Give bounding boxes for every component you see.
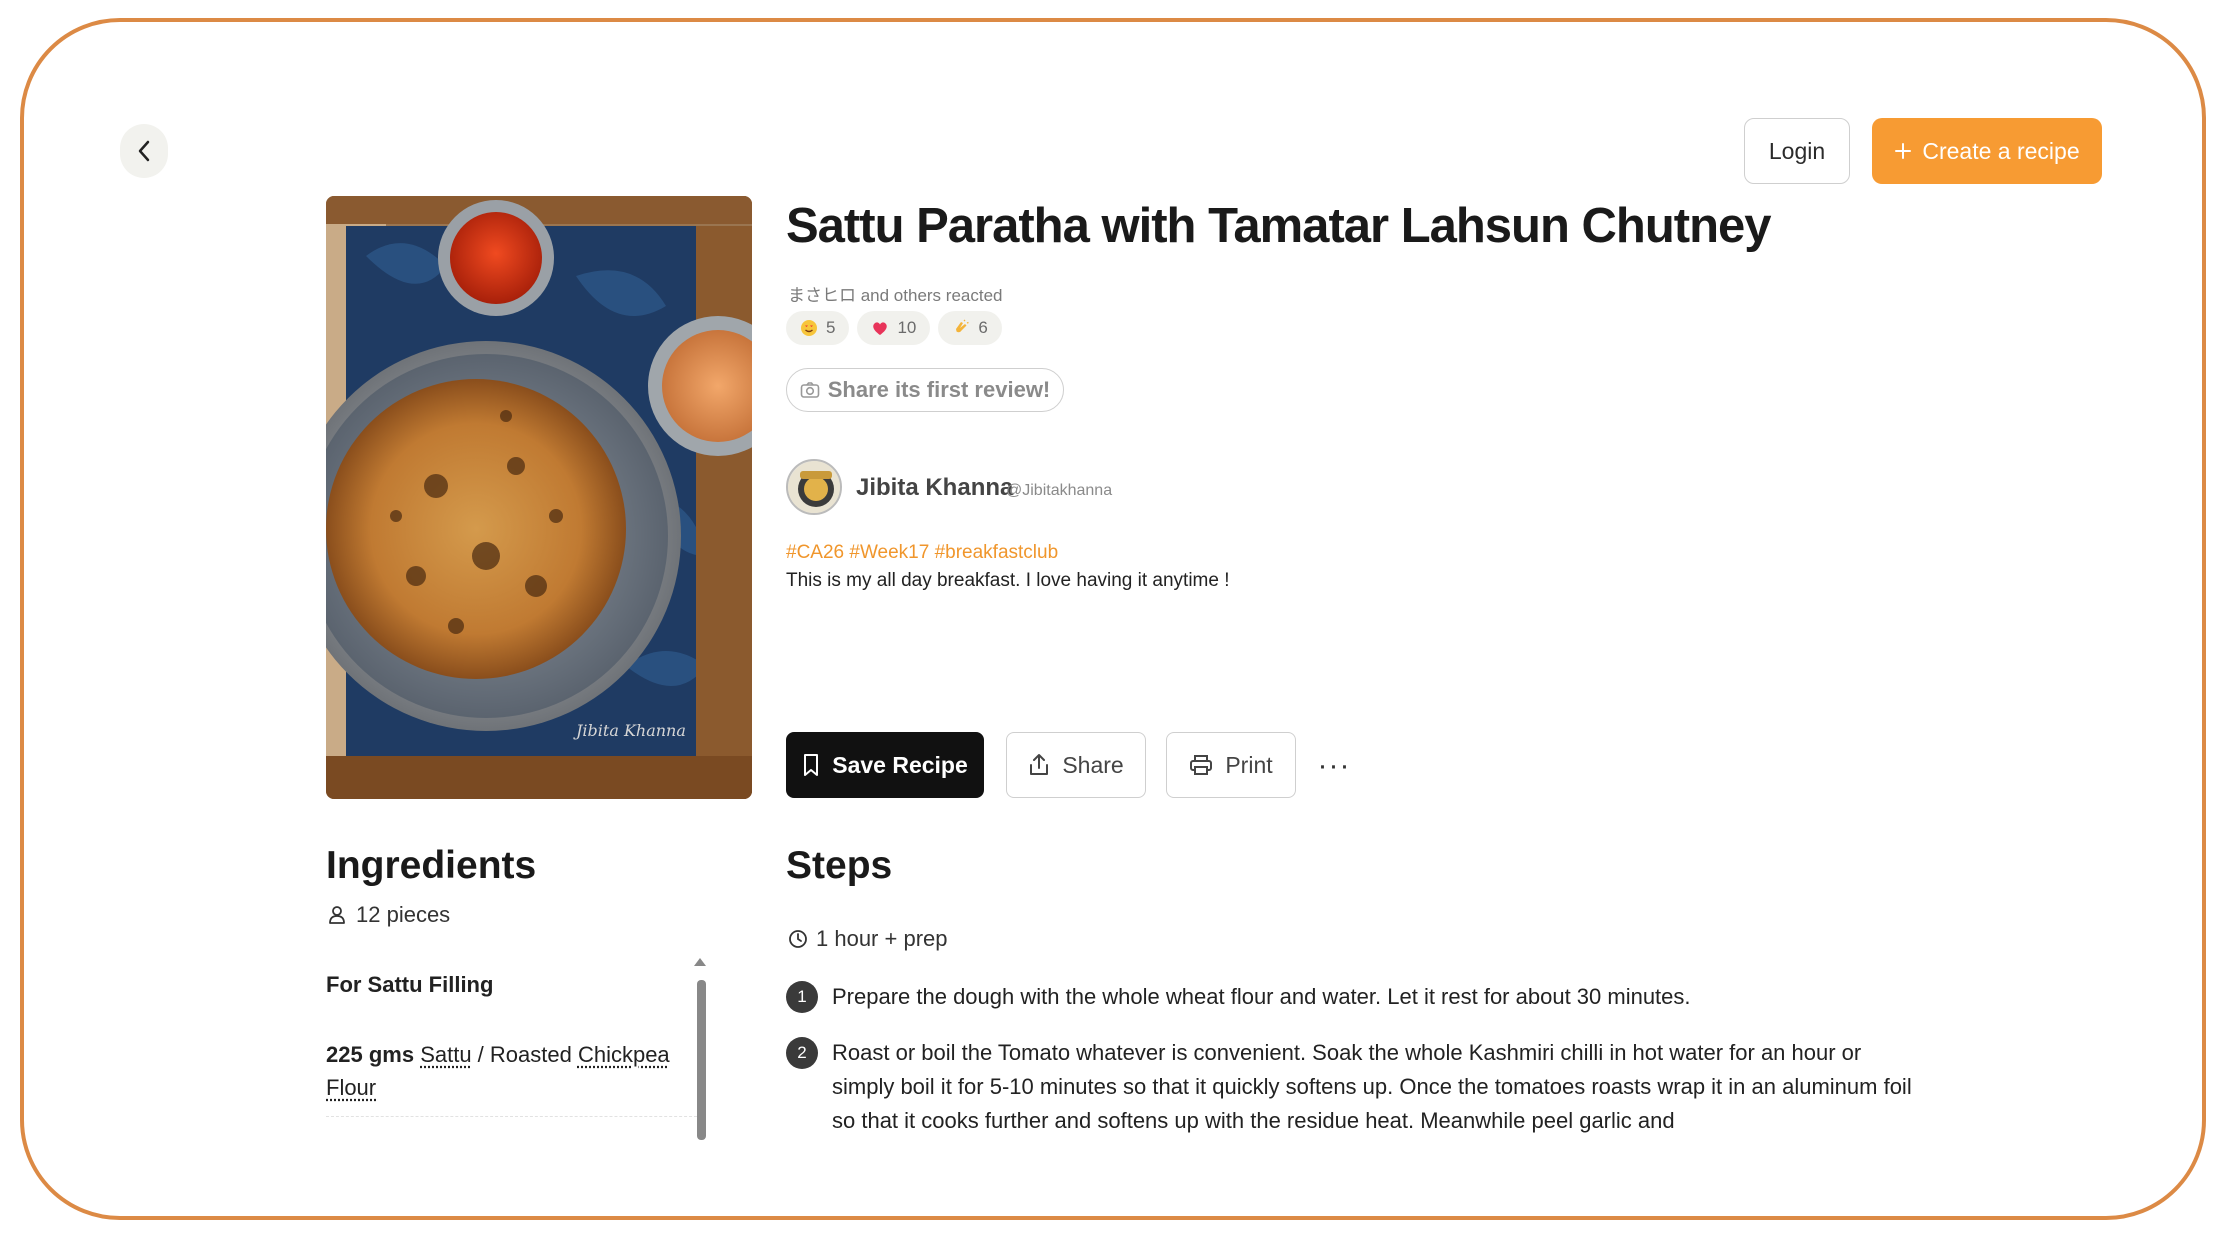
scroll-up-arrow[interactable] [694, 958, 706, 966]
ingredient-section-heading: For Sattu Filling [326, 972, 494, 997]
save-recipe-button[interactable]: Save Recipe [786, 732, 984, 798]
reaction-count: 10 [897, 318, 917, 337]
step-item: 2 Roast or boil the Tomato whatever is c… [786, 1036, 1916, 1138]
login-button[interactable]: Login [1744, 118, 1850, 184]
servings-value: 12 pieces [356, 902, 451, 927]
ingredient-link-chickpea[interactable]: Chickpea [578, 1042, 670, 1067]
camera-icon [800, 382, 820, 398]
ingredient-quantity: 225 gms [326, 1042, 415, 1067]
step-number: 2 [786, 1037, 818, 1069]
share-review-button[interactable]: Share its first review! [786, 368, 1064, 412]
ingredient-item: 225 gms Sattu / Roasted Chickpea Flour [326, 1038, 702, 1104]
ingredient-divider [326, 1116, 702, 1117]
more-options-button[interactable]: ··· [1312, 744, 1356, 788]
heart-emoji-icon [873, 322, 888, 335]
share-button[interactable]: Share [1006, 732, 1146, 798]
recipe-title: Sattu Paratha with Tamatar Lahsun Chutne… [786, 199, 1772, 253]
print-label: Print [1225, 751, 1273, 778]
ingredients-heading: Ingredients [326, 844, 537, 887]
recipe-tags[interactable]: #CA26 #Week17 #breakfastclub [786, 542, 1058, 564]
servings[interactable]: 12 pieces [328, 902, 450, 928]
ingredient-link-sattu[interactable]: Sattu [420, 1042, 471, 1067]
author-avatar[interactable] [786, 459, 842, 515]
step-number: 1 [786, 981, 818, 1013]
bookmark-icon [804, 754, 819, 776]
share-label: Share [1062, 751, 1124, 778]
step-text: Roast or boil the Tomato whatever is con… [832, 1040, 1912, 1133]
step-item: 1 Prepare the dough with the whole wheat… [786, 980, 1916, 1014]
more-dots-icon: ··· [1317, 749, 1351, 782]
ingredients-scrollbar[interactable] [697, 980, 706, 1140]
author-name[interactable]: Jibita Khanna [856, 474, 1013, 502]
recipe-photo[interactable]: Jibita Khanna [326, 196, 752, 799]
cook-time: 1 hour + prep [788, 926, 947, 952]
clock-icon [789, 930, 807, 948]
login-label: Login [1768, 137, 1826, 164]
app-window: Login Create a recipe Jibita Khanna Satt… [20, 18, 2206, 1220]
reaction-count: 5 [826, 318, 836, 337]
reaction-chip-clap[interactable]: 6 [938, 311, 1002, 345]
cook-time-value: 1 hour + prep [816, 926, 948, 951]
back-button[interactable] [120, 124, 168, 178]
steps-heading: Steps [786, 844, 893, 887]
author-handle[interactable]: @Jibitakhanna [1006, 482, 1112, 500]
chevron-left-icon [138, 140, 150, 162]
reaction-count: 6 [978, 318, 988, 337]
photo-watermark: Jibita Khanna [573, 721, 686, 740]
person-icon [329, 906, 345, 924]
ingredient-link-flour[interactable]: Flour [326, 1075, 376, 1100]
recipe-photo-illustration: Jibita Khanna [326, 196, 752, 799]
recipe-description: This is my all day breakfast. I love hav… [786, 570, 1230, 591]
create-recipe-label: Create a recipe [1922, 137, 2080, 164]
save-recipe-label: Save Recipe [832, 751, 968, 778]
clap-emoji-icon [956, 319, 970, 333]
heart-eyes-emoji-icon [801, 320, 817, 336]
reacted-text: まさヒロ and others reacted [788, 286, 1003, 305]
ingredient-separator: / Roasted [471, 1042, 578, 1067]
printer-icon [1190, 755, 1213, 775]
share-icon [1030, 754, 1049, 775]
plus-icon [1895, 143, 1912, 159]
print-button[interactable]: Print [1166, 732, 1296, 798]
reaction-chip-heart[interactable]: 10 [857, 311, 931, 345]
reaction-chip-heart-eyes[interactable]: 5 [786, 311, 850, 345]
create-recipe-button[interactable]: Create a recipe [1872, 118, 2102, 184]
share-review-label: Share its first review! [827, 377, 1051, 402]
avatar-image [788, 461, 840, 513]
reaction-chips: 5 10 6 [786, 311, 1002, 345]
step-text: Prepare the dough with the whole wheat f… [832, 984, 1691, 1009]
